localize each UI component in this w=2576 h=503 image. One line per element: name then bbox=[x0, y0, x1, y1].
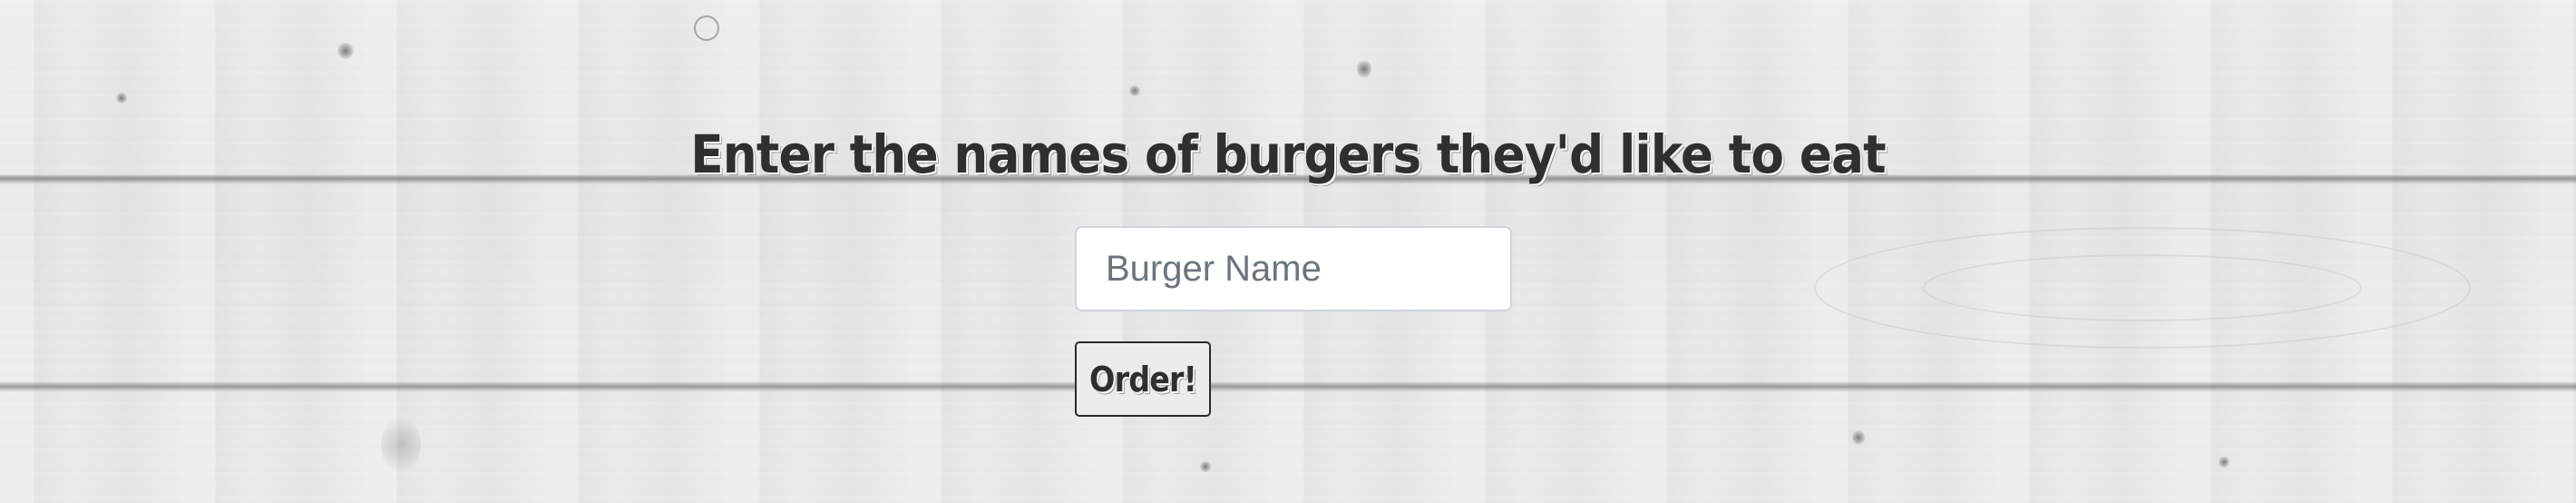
wood-knot bbox=[1129, 85, 1140, 96]
wood-knot bbox=[694, 15, 719, 41]
wood-knot bbox=[2219, 457, 2230, 468]
wood-knot bbox=[1357, 60, 1371, 78]
wood-knot bbox=[337, 43, 354, 59]
burger-name-input[interactable] bbox=[1075, 226, 1512, 311]
wood-knot bbox=[1852, 430, 1865, 445]
wood-knot bbox=[116, 93, 127, 104]
order-button[interactable]: Order! bbox=[1075, 341, 1211, 417]
wood-knot bbox=[1200, 461, 1211, 472]
wood-knot bbox=[381, 418, 421, 472]
order-button-label: Order! bbox=[1088, 359, 1197, 399]
burger-order-form: Order! bbox=[1075, 226, 1512, 417]
page-title: Enter the names of burgers they'd like t… bbox=[690, 123, 1886, 185]
wood-grain bbox=[1923, 254, 2362, 321]
